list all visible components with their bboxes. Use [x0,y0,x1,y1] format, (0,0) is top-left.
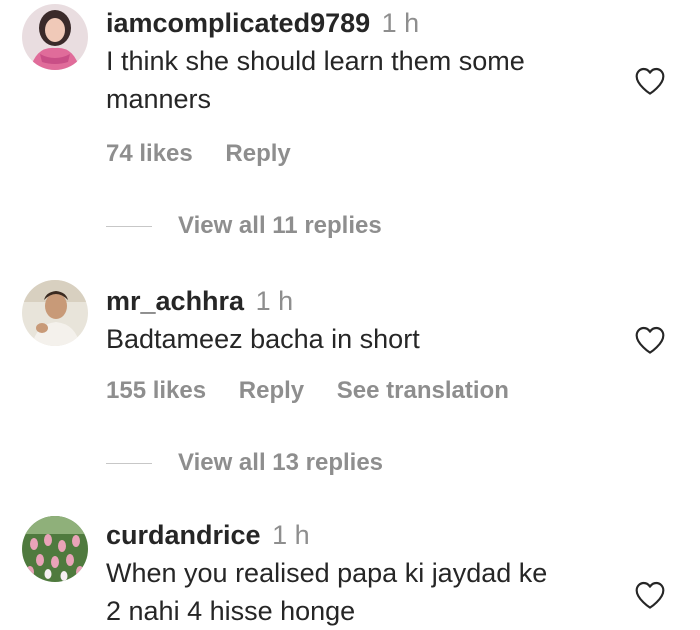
comment-actions: 155 likes Reply See translation [106,377,535,405]
comment-text: Badtameez bacha in short [106,320,620,358]
timestamp: 1 h [272,520,310,550]
replies-divider [106,225,152,227]
heart-outline-icon[interactable] [634,580,666,610]
username[interactable]: iamcomplicated9789 [106,8,370,38]
comment-text-line: manners [106,84,212,114]
comment-text-line: When you realised papa ki jaydad ke [106,558,548,588]
avatar[interactable] [22,4,88,70]
reply-button[interactable]: Reply [239,377,304,404]
comment-text: When you realised papa ki jaydad ke 2 na… [106,554,620,630]
avatar[interactable] [22,280,88,346]
username[interactable]: mr_achhra [106,286,244,316]
view-replies-label[interactable]: View all 13 replies [178,449,383,477]
view-replies[interactable]: View all 13 replies [106,449,383,477]
comment-header: iamcomplicated9789 1 h [106,6,620,40]
comment-text-line: 2 nahi 4 hisse honge [106,596,356,626]
comment-text-line: Badtameez bacha in short [106,324,420,354]
timestamp: 1 h [255,286,294,316]
view-replies[interactable]: View all 11 replies [106,212,382,240]
comment-header: mr_achhra 1 h [106,284,620,318]
view-replies-label[interactable]: View all 11 replies [178,212,382,240]
comment-body: iamcomplicated9789 1 h I think she shoul… [106,6,620,118]
likes-count[interactable]: 74 likes [106,140,193,167]
comment-text-line: I think she should learn them some [106,46,525,76]
comment-actions: 74 likes Reply [106,140,317,168]
comment-header: curdandrice 1 h [106,518,620,552]
replies-divider [106,462,152,464]
username[interactable]: curdandrice [106,520,261,550]
comment-text: I think she should learn them some manne… [106,42,620,118]
heart-outline-icon[interactable] [634,325,666,355]
heart-outline-icon[interactable] [634,66,666,96]
likes-count[interactable]: 155 likes [106,377,206,404]
comment-body: curdandrice 1 h When you realised papa k… [106,518,620,630]
reply-button[interactable]: Reply [225,140,290,167]
comment-body: mr_achhra 1 h Badtameez bacha in short [106,284,620,358]
timestamp: 1 h [381,8,420,38]
see-translation-button[interactable]: See translation [337,377,509,404]
avatar[interactable] [22,516,88,582]
